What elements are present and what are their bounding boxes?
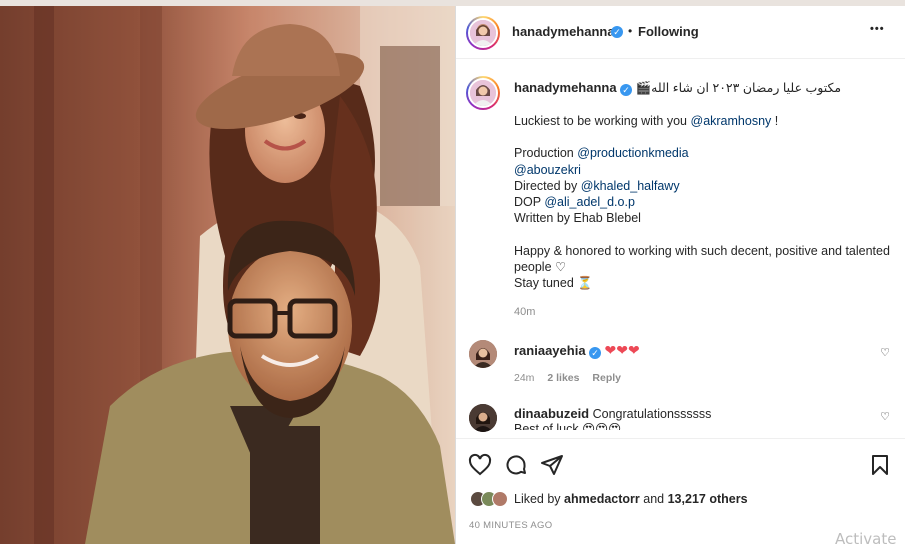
caption-written-line: Written by Ehab Blebel — [514, 211, 641, 226]
comment-like-heart-icon-2[interactable]: ♡ — [880, 410, 890, 423]
post-side-panel: hanadymehanna ✓ • Following ••• hanadyme… — [455, 6, 905, 544]
mention-abouzekri[interactable]: @abouzekri — [514, 163, 581, 177]
caption-verified-icon: ✓ — [620, 84, 633, 96]
post-header: hanadymehanna ✓ • Following ••• — [456, 6, 905, 59]
caption-happy-text: Happy & honored to working with such dec… — [514, 243, 890, 275]
save-bookmark-icon[interactable] — [868, 453, 892, 477]
caption-first-line: hanadymehanna ✓ مكتوب عليا رمضان ٢٠٢٣ ان… — [514, 80, 894, 97]
production-label: Production — [514, 146, 574, 161]
comment-bubble-icon[interactable] — [504, 453, 528, 477]
comment-time: 24m — [514, 372, 535, 384]
liker-avatar-3[interactable] — [492, 491, 508, 507]
caption-arabic-text: مكتوب عليا رمضان ٢٠٢٣ ان شاء الله🎬 — [635, 81, 842, 95]
directed-label: Directed by — [514, 178, 578, 193]
comment-text-2: Congratulationssssss — [592, 407, 712, 421]
post-caption: hanadymehanna ✓ مكتوب عليا رمضان ٢٠٢٣ ان… — [514, 80, 894, 320]
comment-like-heart-icon[interactable]: ♡ — [880, 346, 890, 359]
comment-avatar-image — [469, 340, 497, 368]
author-avatar-image — [470, 20, 496, 46]
mention-khaled-halfawy[interactable]: @khaled_halfawy — [581, 179, 680, 193]
caption-directed-line: Directed by @khaled_halfawy — [514, 178, 894, 194]
dop-label: DOP — [514, 195, 541, 210]
post-actions: Liked by ahmedactorr and 13,217 others 4… — [456, 438, 905, 544]
caption-avatar[interactable] — [468, 78, 498, 108]
caption-avatar-image — [470, 80, 496, 106]
author-avatar[interactable] — [468, 18, 498, 48]
caption-production-line: Production @productionkmedia — [514, 145, 894, 161]
caption-username[interactable]: hanadymehanna — [514, 80, 617, 95]
like-heart-icon[interactable] — [468, 453, 492, 477]
mention-ali-adel[interactable]: @ali_adel_d.o.p — [544, 195, 635, 209]
comment-likes[interactable]: 2 likes — [547, 372, 579, 384]
post-timestamp: 40 MINUTES AGO — [469, 520, 553, 531]
post-photo[interactable] — [0, 6, 455, 544]
header-separator: • — [628, 24, 633, 38]
caption-stay-tuned: Stay tuned ⏳ — [514, 276, 593, 291]
comment-username-2[interactable]: dinaabuzeid — [514, 406, 589, 421]
comment-meta: 24m 2 likes Reply — [514, 372, 874, 384]
more-options-icon[interactable]: ••• — [870, 23, 885, 35]
comment-text-2b: Best of luck 😍😍😍 — [514, 422, 622, 430]
caption-luckiest-line: Luckiest to be working with you @akramho… — [514, 113, 894, 129]
comment-avatar-image-2 — [469, 404, 497, 432]
comment-reply-button[interactable]: Reply — [592, 372, 621, 384]
likes-user[interactable]: ahmedactorr — [564, 492, 640, 506]
mention-productionkmedia[interactable]: @productionkmedia — [577, 146, 688, 160]
mention-akramhosny[interactable]: @akramhosny — [691, 114, 772, 128]
caption-luckiest-text: Luckiest to be working with you — [514, 114, 688, 128]
comment-avatar-raniaayehia[interactable] — [469, 340, 497, 368]
likes-count[interactable]: 13,217 others — [668, 492, 748, 506]
comment-username[interactable]: raniaayehia — [514, 343, 586, 358]
caption-luckiest-suffix: ! — [771, 114, 779, 128]
caption-dop-line: DOP @ali_adel_d.o.p — [514, 194, 894, 210]
verified-badge-icon: ✓ — [611, 26, 623, 38]
comment-verified-icon: ✓ — [589, 347, 602, 359]
comment-raniaayehia: raniaayehia ✓ ❤❤❤ 24m 2 likes Reply — [514, 342, 874, 384]
header-username[interactable]: hanadymehanna — [512, 24, 615, 39]
instagram-post-view: hanadymehanna ✓ • Following ••• hanadyme… — [0, 0, 905, 544]
likes-prefix: Liked by — [514, 492, 561, 506]
post-image-art — [0, 6, 455, 544]
caption-time: 40m — [514, 305, 536, 318]
following-button[interactable]: Following — [638, 24, 699, 39]
comment-avatar-dinaabuzeid[interactable] — [469, 404, 497, 432]
caption-abouzekri-line: @abouzekri — [514, 162, 894, 178]
comment-text: ❤❤❤ — [604, 342, 640, 358]
activate-watermark: Activate — [835, 530, 897, 544]
comment-dinaabuzeid: dinaabuzeid Congratulationssssss Best of… — [514, 406, 874, 430]
likes-middle: and — [643, 492, 665, 506]
likes-summary: Liked by ahmedactorr and 13,217 others — [470, 491, 748, 507]
share-paper-plane-icon[interactable] — [540, 453, 564, 477]
